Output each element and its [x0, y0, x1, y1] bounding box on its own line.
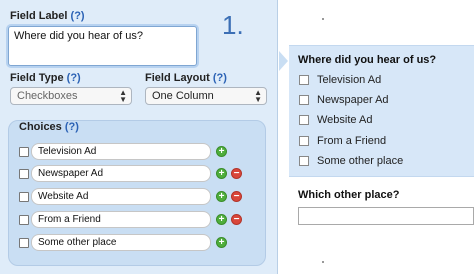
preview-checkbox[interactable] [299, 75, 309, 85]
preview-option-label: Television Ad [317, 74, 382, 86]
preview-option-label: From a Friend [317, 135, 387, 147]
preview-option-label: Newspaper Ad [317, 94, 389, 106]
choice-input[interactable]: Newspaper Ad [31, 165, 211, 182]
decorative-dot [322, 261, 324, 263]
decorative-dot [322, 18, 324, 20]
add-choice-icon[interactable]: + [216, 214, 227, 225]
choice-row: Television Ad + [9, 143, 265, 161]
choice-row: Some other place + [9, 234, 265, 252]
select-arrows-icon: ▲ ▼ [254, 88, 262, 104]
add-choice-icon[interactable]: + [216, 237, 227, 248]
field-label-heading: Field Label (?) [10, 10, 85, 22]
field-type-value: Checkboxes [17, 90, 78, 102]
choices-box: Choices (?) Television Ad + Newspaper Ad… [8, 120, 266, 266]
field-type-title: Field Type [10, 72, 64, 84]
default-checkbox[interactable] [19, 215, 29, 225]
preview-checkbox[interactable] [299, 115, 309, 125]
select-arrows-icon: ▲ ▼ [119, 88, 127, 104]
add-choice-icon[interactable]: + [216, 146, 227, 157]
field-label-help-link[interactable]: (?) [71, 10, 85, 22]
field-type-heading: Field Type (?) [10, 72, 81, 84]
default-checkbox[interactable] [19, 169, 29, 179]
field-layout-heading: Field Layout (?) [145, 72, 227, 84]
choices-heading: Choices (?) [19, 121, 79, 133]
preview-checkbox[interactable] [299, 95, 309, 105]
remove-choice-icon[interactable]: − [231, 214, 242, 225]
preview-question-title: Where did you hear of us? [298, 54, 437, 66]
field-layout-title: Field Layout [145, 72, 210, 84]
field-type-select[interactable]: Checkboxes ▲ ▼ [10, 87, 132, 105]
choices-help-link[interactable]: (?) [65, 121, 79, 133]
field-type-help-link[interactable]: (?) [67, 72, 81, 84]
choice-input[interactable]: Television Ad [31, 143, 211, 160]
field-settings-panel: Field Label (?) 1. Where did you hear of… [0, 0, 278, 274]
field-label-title: Field Label [10, 10, 68, 22]
field-layout-value: One Column [152, 90, 214, 102]
add-choice-icon[interactable]: + [216, 191, 227, 202]
remove-choice-icon[interactable]: − [231, 168, 242, 179]
default-checkbox[interactable] [19, 238, 29, 248]
choice-input[interactable]: From a Friend [31, 211, 211, 228]
preview-followup-title: Which other place? [298, 189, 400, 201]
preview-option-label: Some other place [317, 155, 404, 167]
choice-input[interactable]: Some other place [31, 234, 211, 251]
choice-row: From a Friend + − [9, 211, 265, 229]
remove-choice-icon[interactable]: − [231, 191, 242, 202]
preview-other-place-input[interactable] [298, 207, 474, 225]
field-label-textarea[interactable]: Where did you hear of us? [8, 26, 197, 66]
choices-title: Choices [19, 121, 62, 133]
selection-pointer [279, 51, 288, 71]
step-number: 1. [222, 10, 244, 40]
preview-option-label: Website Ad [317, 114, 373, 126]
choice-row: Newspaper Ad + − [9, 165, 265, 183]
field-layout-help-link[interactable]: (?) [213, 72, 227, 84]
preview-selected-field[interactable]: Where did you hear of us? Television Ad … [289, 45, 474, 177]
preview-checkbox[interactable] [299, 156, 309, 166]
add-choice-icon[interactable]: + [216, 168, 227, 179]
preview-checkbox[interactable] [299, 136, 309, 146]
choice-input[interactable]: Website Ad [31, 188, 211, 205]
field-layout-select[interactable]: One Column ▲ ▼ [145, 87, 267, 105]
default-checkbox[interactable] [19, 147, 29, 157]
choice-row: Website Ad + − [9, 188, 265, 206]
default-checkbox[interactable] [19, 192, 29, 202]
